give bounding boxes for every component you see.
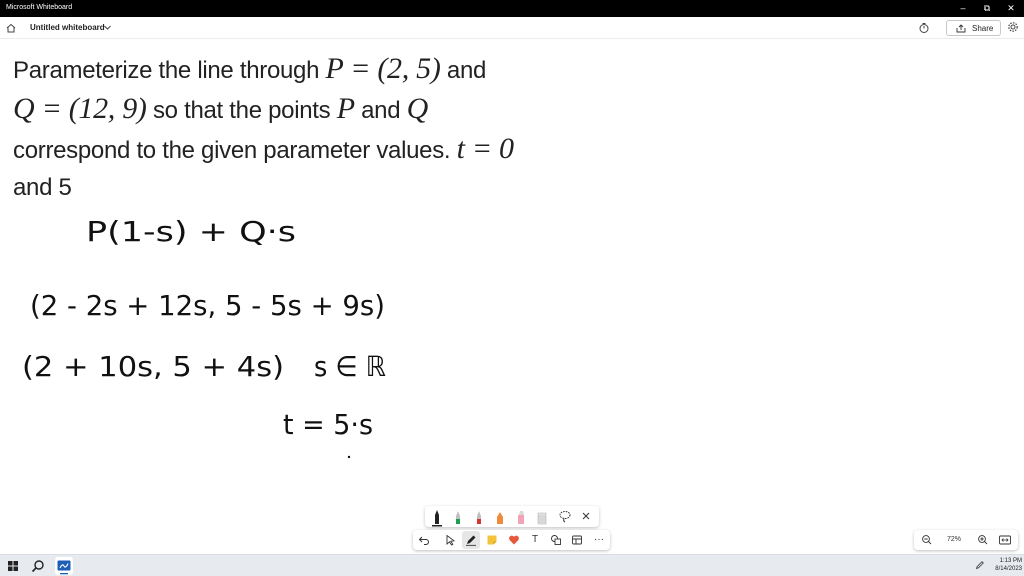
close-button[interactable]: ✕ (998, 0, 1024, 17)
red-pen-icon[interactable] (470, 506, 488, 527)
windows-start-icon[interactable] (4, 557, 22, 575)
pointer-icon (446, 534, 456, 546)
heart-icon (509, 535, 519, 545)
shapes-button[interactable] (547, 531, 565, 549)
fit-to-screen-icon[interactable] (996, 531, 1014, 549)
highlighter-icon[interactable] (512, 506, 530, 527)
shapes-icon (551, 535, 561, 545)
more-options-button[interactable]: ··· (590, 531, 608, 549)
app-title: Microsoft Whiteboard (6, 4, 73, 11)
pen-icon (466, 535, 476, 546)
whiteboard-canvas[interactable]: Parameterize the line through P = (2, 5)… (0, 39, 1024, 554)
ink-line-4: t = 5·s (283, 408, 373, 441)
ink-line-1: P(1-s) + Q·s (86, 215, 296, 248)
pen-menu-icon[interactable] (975, 560, 985, 570)
orange-pen-icon[interactable] (491, 506, 509, 527)
system-clock[interactable]: 1:13 PM 8/14/2023 (986, 557, 1022, 573)
undo-button[interactable] (415, 531, 433, 549)
close-icon[interactable] (577, 506, 595, 527)
text-button[interactable]: T (526, 531, 544, 549)
whiteboard-app-icon[interactable] (55, 557, 73, 575)
timer-icon[interactable] (918, 22, 930, 34)
minimize-button[interactable]: – (950, 0, 976, 17)
templates-button[interactable] (568, 531, 586, 549)
undo-icon (418, 536, 429, 545)
clock-time: 1:13 PM (999, 558, 1022, 564)
green-pen-icon[interactable] (449, 506, 467, 527)
templates-icon (572, 535, 582, 545)
eraser-icon[interactable] (533, 506, 551, 527)
create-toolbar: T ··· (413, 530, 610, 550)
black-pen-icon[interactable] (428, 506, 446, 527)
inking-button[interactable] (462, 531, 480, 549)
lasso-icon[interactable] (556, 506, 574, 527)
zoom-in-icon[interactable] (974, 531, 992, 549)
settings-icon[interactable] (1007, 21, 1019, 33)
reactions-button[interactable] (505, 531, 523, 549)
ink-set-notation: s ∈ ℝ (314, 350, 386, 383)
share-button[interactable]: Share (946, 20, 1001, 36)
clock-date: 8/14/2023 (995, 566, 1022, 572)
ink-line-3: (2 + 10s, 5 + 4s) (22, 350, 284, 383)
home-icon[interactable] (5, 22, 17, 34)
sticky-note-button[interactable] (483, 531, 501, 549)
zoom-out-icon[interactable] (918, 531, 936, 549)
share-icon (956, 24, 966, 33)
board-title[interactable]: Untitled whiteboard (30, 23, 105, 32)
zoom-controls: 72% (914, 530, 1018, 550)
pen-tray (425, 506, 599, 527)
zoom-level[interactable]: 72% (944, 536, 964, 543)
ink-dot (347, 455, 351, 459)
search-icon[interactable] (29, 557, 47, 575)
sticky-note-icon (487, 535, 497, 545)
select-button[interactable] (441, 531, 459, 549)
ink-line-2: (2 - 2s + 12s, 5 - 5s + 9s) (30, 289, 385, 322)
title-bar: Microsoft Whiteboard – ⧉ ✕ (0, 0, 1024, 17)
share-label: Share (972, 24, 994, 33)
taskbar: 1:13 PM 8/14/2023 (0, 554, 1024, 576)
app-bar: Untitled whiteboard Share (0, 17, 1024, 39)
chevron-down-icon[interactable] (103, 23, 112, 32)
maximize-button[interactable]: ⧉ (974, 0, 1000, 17)
ink-layer: P(1-s) + Q·s (2 - 2s + 12s, 5 - 5s + 9s)… (22, 215, 386, 459)
